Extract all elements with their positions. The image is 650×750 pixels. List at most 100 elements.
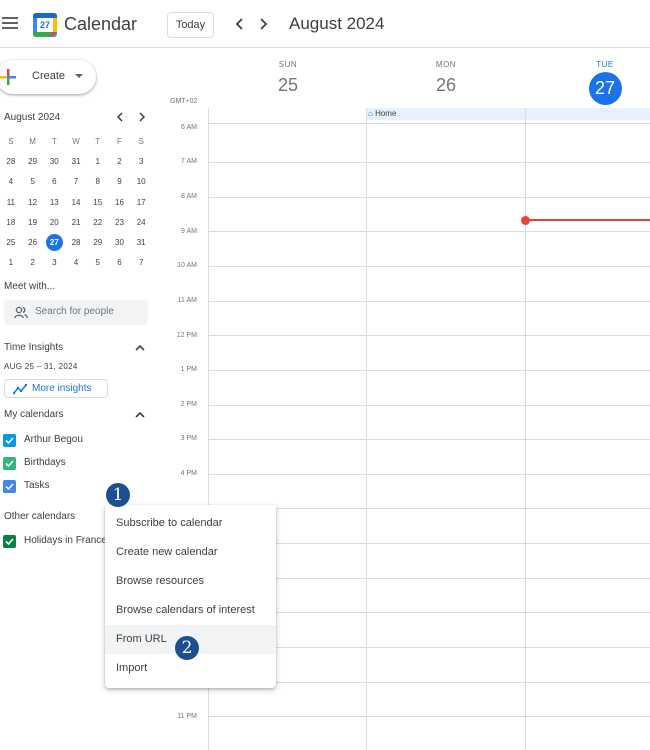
caret-down-icon [75,74,83,78]
checkbox[interactable] [3,457,16,470]
mini-dow: T [51,137,57,146]
mini-day[interactable]: 29 [22,152,44,172]
mini-day[interactable]: 8 [87,172,109,192]
mini-day[interactable]: 2 [109,152,131,172]
chevron-right-icon[interactable] [255,14,271,34]
hour-line [208,197,650,198]
hour-label: 7 AM [181,158,197,165]
more-insights-button[interactable]: More insights [4,379,108,398]
day-divider [366,108,367,750]
mini-day[interactable]: 1 [0,253,22,273]
day-header-mon[interactable]: MON 26 [416,60,476,96]
mini-day[interactable]: 29 [87,233,109,253]
people-search-input[interactable]: Search for people [4,300,148,325]
mini-week-row: 25 26 27 28 29 30 31 [0,233,152,253]
mini-day[interactable]: 13 [43,193,65,213]
mini-day[interactable]: 6 [109,253,131,273]
hour-line [208,439,650,440]
mini-day[interactable]: 16 [109,193,131,213]
menu-item-create-new[interactable]: Create new calendar [105,538,276,567]
mini-day[interactable]: 17 [130,193,152,213]
allday-event-band[interactable] [366,108,650,120]
day-number: 25 [277,75,299,95]
current-time-line [525,219,650,221]
hour-label: 1 PM [180,366,197,373]
mini-day[interactable]: 3 [130,152,152,172]
mini-day[interactable]: 19 [22,213,44,233]
mini-day[interactable]: 12 [22,193,44,213]
meet-with-title: Meet with... [4,281,56,292]
mini-day[interactable]: 14 [65,193,87,213]
mini-day[interactable]: 15 [87,193,109,213]
mini-day[interactable]: 7 [130,253,152,273]
mini-dow: F [117,137,122,146]
menu-item-subscribe[interactable]: Subscribe to calendar [105,509,276,538]
mini-dow: S [8,137,14,146]
mini-week-row: 1234567 [0,253,152,273]
hour-line [208,301,650,302]
logo-day: 27 [37,18,53,32]
mini-week-row: 18 19 20 21 22 23 24 [0,213,152,233]
mini-day[interactable]: 27 [43,233,65,253]
day-header-sun[interactable]: SUN 25 [258,60,318,96]
checkbox[interactable] [3,434,16,447]
checkbox[interactable] [3,535,16,548]
mini-day[interactable]: 24 [130,213,152,233]
mini-day[interactable]: 1 [87,152,109,172]
hour-label: 11 PM [177,713,197,720]
chevron-up-icon[interactable] [134,342,146,354]
calendar-label: Holidays in France [24,535,107,546]
mini-day[interactable]: 18 [0,213,22,233]
current-time-dot [521,216,530,225]
mini-day[interactable]: 10 [130,172,152,192]
time-insights-title: Time Insights [4,342,64,353]
mini-day[interactable]: 6 [43,172,65,192]
mini-day[interactable]: 22 [87,213,109,233]
mini-day[interactable]: 30 [43,152,65,172]
mini-day[interactable]: 11 [0,193,22,213]
mini-day[interactable]: 21 [65,213,87,233]
allday-event-home[interactable]: ⌂ Home [368,108,396,120]
mini-day[interactable]: 31 [130,233,152,253]
mini-day[interactable]: 20 [43,213,65,233]
step-badge-2: 2 [175,636,199,660]
mini-day[interactable]: 2 [22,253,44,273]
mini-prev-icon[interactable] [114,110,126,125]
hour-label: 8 AM [181,193,197,200]
day-number: 26 [435,75,457,95]
mini-day[interactable]: 4 [0,172,22,192]
chevron-up-icon[interactable] [134,409,146,421]
mini-day[interactable]: 28 [0,152,22,172]
hour-label: 12 PM [176,332,197,339]
mini-day[interactable]: 31 [65,152,87,172]
mini-next-icon[interactable] [136,110,148,125]
mini-day[interactable]: 30 [109,233,131,253]
other-calendars-title: Other calendars [4,511,76,522]
mini-day[interactable]: 7 [65,172,87,192]
calendar-label: Birthdays [24,457,66,468]
main-menu-icon[interactable] [2,17,18,31]
today-button[interactable]: Today [167,12,214,38]
mini-day[interactable]: 3 [43,253,65,273]
day-header-tue[interactable]: TUE 27 [575,60,635,105]
mini-day[interactable]: 9 [109,172,131,192]
create-button[interactable]: Create [0,60,96,94]
mini-day[interactable]: 5 [22,172,44,192]
hour-label: 9 AM [181,228,197,235]
calendar-label: Arthur Begou [24,434,83,445]
checkbox[interactable] [3,480,16,493]
mini-day[interactable]: 28 [65,233,87,253]
mini-dow: W [72,137,80,146]
mini-day[interactable]: 26 [22,233,44,253]
mini-day[interactable]: 4 [65,253,87,273]
hour-label: 10 AM [177,262,197,269]
chevron-left-icon[interactable] [232,14,248,34]
menu-item-browse-resources[interactable]: Browse resources [105,567,276,596]
mini-week-row: 28 29 30 31 1 2 3 [0,152,152,172]
mini-day[interactable]: 5 [87,253,109,273]
mini-day[interactable]: 25 [0,233,22,253]
menu-item-browse-interest[interactable]: Browse calendars of interest [105,596,276,625]
day-divider [525,108,526,750]
mini-day[interactable]: 23 [109,213,131,233]
mini-dow: S [138,137,144,146]
